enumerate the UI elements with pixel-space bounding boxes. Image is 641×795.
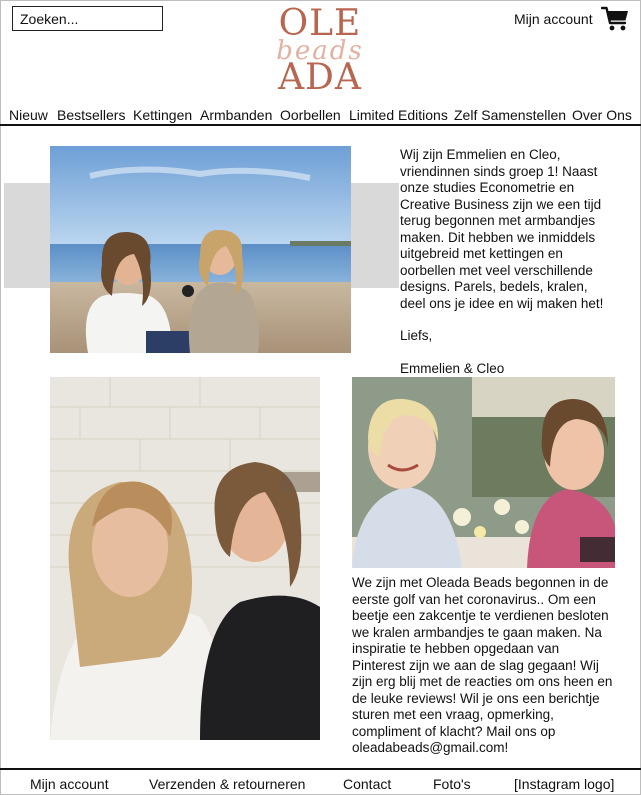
nav-item-bestsellers[interactable]: Bestsellers	[57, 107, 125, 123]
main-nav: Nieuw Bestsellers Kettingen Armbanden Oo…	[0, 106, 641, 126]
nav-item-oorbellen[interactable]: Oorbellen	[280, 107, 341, 123]
nav-item-kettingen[interactable]: Kettingen	[133, 107, 192, 123]
shopping-cart-icon[interactable]	[601, 6, 629, 32]
search-input[interactable]	[12, 6, 163, 31]
about-intro-block: Wij zijn Emmelien en Cleo, vriendinnen s…	[400, 147, 612, 377]
logo-word-bottom: ADA	[278, 57, 362, 98]
footer-link-contact[interactable]: Contact	[343, 776, 391, 792]
about-story-block: We zijn met Oleada Beads begonnen in de …	[352, 575, 616, 757]
beach-photo	[50, 146, 351, 353]
footer-link-shipping[interactable]: Verzenden & retourneren	[149, 776, 305, 792]
footer-divider	[0, 768, 641, 770]
about-signature: Emmelien & Cleo	[400, 360, 505, 376]
nav-item-zelf-samenstellen[interactable]: Zelf Samenstellen	[454, 107, 566, 123]
account-link[interactable]: Mijn account	[514, 11, 593, 27]
nav-item-nieuw[interactable]: Nieuw	[9, 107, 48, 123]
nav-divider	[0, 124, 641, 126]
brand-logo[interactable]: OLE beads ADA	[272, 4, 368, 98]
nav-item-armbanden[interactable]: Armbanden	[200, 107, 272, 123]
nav-item-limited-editions[interactable]: Limited Editions	[349, 107, 448, 123]
childhood-photo	[352, 377, 615, 568]
decorative-band-left	[4, 183, 50, 288]
about-story-text: We zijn met Oleada Beads begonnen in de …	[352, 575, 613, 755]
about-intro-text: Wij zijn Emmelien en Cleo, vriendinnen s…	[400, 147, 604, 311]
nav-item-over-ons[interactable]: Over Ons	[572, 107, 632, 123]
decorative-band-right	[351, 183, 399, 288]
about-greeting: Liefs,	[400, 328, 433, 343]
footer-link-account[interactable]: Mijn account	[30, 776, 109, 792]
footer-link-instagram[interactable]: [Instagram logo]	[514, 776, 614, 792]
footer-link-photos[interactable]: Foto's	[433, 776, 471, 792]
portrait-photo	[50, 377, 320, 740]
